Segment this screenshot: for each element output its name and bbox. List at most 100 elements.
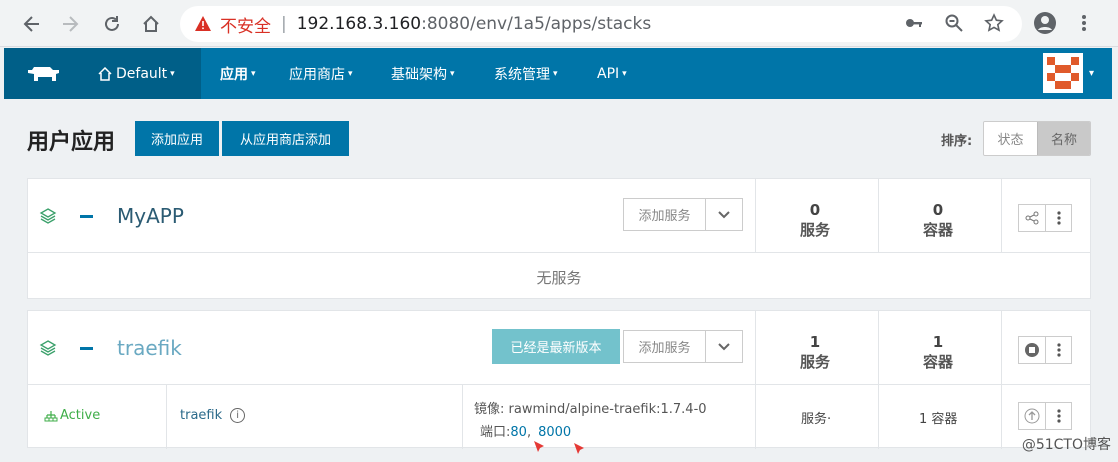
stop-circle-icon (1025, 343, 1039, 357)
add-service-split-button: 添加服务 (623, 330, 743, 363)
bookmark-button[interactable] (980, 9, 1008, 37)
nav-api-label: API (597, 65, 620, 82)
reload-button[interactable] (97, 9, 127, 39)
stop-button[interactable] (1019, 337, 1045, 363)
stack-name[interactable]: MyAPP (117, 204, 184, 228)
user-menu[interactable]: ▾ (1042, 53, 1094, 93)
zoom-button[interactable] (940, 9, 968, 37)
back-button[interactable] (17, 9, 47, 39)
image-label: 镜像: (474, 402, 505, 417)
divider (755, 311, 756, 449)
service-state-label: Active (60, 408, 101, 423)
more-actions-button[interactable] (1045, 403, 1071, 429)
container-col: 1 容器 (919, 412, 958, 427)
app-navbar: Default ▾ 应用 ▾ 应用商店 ▾ 基础架构 ▾ 系统管理 ▾ API ▾ ▾ (4, 48, 1112, 99)
service-name: traefik i (180, 408, 246, 423)
sort-by-state-button[interactable]: 状态 (984, 122, 1037, 155)
layers-icon (39, 340, 57, 356)
zoom-icon (945, 14, 963, 32)
nav-admin-label: 系统管理 (494, 66, 550, 83)
collapse-toggle[interactable] (80, 347, 93, 350)
add-service-button[interactable]: 添加服务 (624, 331, 706, 362)
nav-catalog[interactable]: 应用商店 ▾ (289, 48, 353, 99)
container-count: 0 容器 (878, 201, 998, 240)
info-icon[interactable]: i (230, 408, 246, 423)
chevron-down-icon (718, 342, 730, 350)
sort-label: 排序: (941, 134, 973, 149)
nav-apps[interactable]: 应用 ▾ (220, 48, 256, 99)
chevron-down-icon: ▾ (170, 68, 175, 79)
service-state: Active (44, 408, 100, 423)
key-icon (906, 19, 922, 27)
more-vert-icon (1082, 15, 1086, 31)
divider (28, 252, 1090, 253)
add-service-button[interactable]: 添加服务 (624, 199, 706, 230)
reload-icon (105, 16, 119, 31)
upgrade-arrow-icon (1024, 408, 1040, 424)
profile-button[interactable] (1031, 9, 1059, 37)
page-title: 用户应用 (27, 130, 116, 155)
more-actions-button[interactable] (1045, 205, 1071, 231)
insecure-label: 不安全 (220, 16, 271, 37)
home-button[interactable] (136, 9, 166, 39)
key-button[interactable] (900, 9, 928, 37)
chevron-down-icon: ▾ (1088, 67, 1094, 79)
rancher-logo[interactable] (4, 48, 84, 99)
up-to-date-button[interactable]: 已经是最新版本 (492, 329, 620, 364)
annotation-arrow-icon (534, 441, 544, 452)
share-icon (1025, 211, 1039, 225)
more-actions-button[interactable] (1045, 337, 1071, 363)
add-service-dropdown[interactable] (706, 199, 742, 230)
share-button[interactable] (1019, 205, 1045, 231)
url-host: 192.168.3.160 (296, 14, 422, 34)
chevron-down-icon (718, 210, 730, 218)
image-value: rawmind/alpine-traefik:1.7.4-0 (508, 402, 707, 417)
divider (166, 384, 167, 449)
browser-toolbar: 不安全 | 192.168.3.160 :8080/env/1a5/apps/s… (0, 0, 1118, 47)
stack-name[interactable]: traefik (117, 336, 182, 360)
divider (462, 384, 463, 449)
service-count-label: 服务 (799, 221, 830, 239)
port-80-link[interactable]: 80 (510, 425, 527, 440)
stack-card-traefik: traefik 已经是最新版本 添加服务 1 服务 1 容器 Active tr… (27, 310, 1091, 449)
cow-logo-icon (28, 66, 59, 81)
add-service-dropdown[interactable] (706, 331, 742, 362)
address-bar[interactable]: 不安全 | 192.168.3.160 :8080/env/1a5/apps/s… (180, 6, 1022, 42)
nav-api[interactable]: API ▾ (597, 48, 627, 99)
port-8000-link[interactable]: 8000 (538, 425, 571, 440)
divider (28, 384, 1090, 385)
service-name-link[interactable]: traefik (180, 408, 222, 423)
service-col: 服务· (801, 412, 832, 427)
service-count-label: 服务 (799, 353, 830, 371)
container-count-label: 容器 (922, 221, 953, 239)
nav-admin[interactable]: 系统管理 ▾ (494, 48, 558, 99)
environment-label: Default (116, 65, 168, 82)
add-service-split-button: 添加服务 (623, 198, 743, 231)
home-icon (98, 66, 112, 81)
home-icon (143, 15, 159, 32)
divider (1001, 311, 1002, 449)
url-path: :8080/env/1a5/apps/stacks (421, 14, 652, 34)
more-vert-icon (1056, 343, 1061, 357)
forward-button[interactable] (55, 9, 85, 39)
service-count-value: 1 (809, 333, 821, 351)
stack-actions (1018, 336, 1072, 364)
sort-toggle: 状态 名称 (983, 121, 1091, 156)
collapse-toggle[interactable] (80, 215, 93, 218)
environment-selector[interactable]: Default ▾ (84, 48, 201, 99)
stack-actions (1018, 204, 1072, 232)
chevron-down-icon: ▾ (348, 68, 353, 79)
upgrade-button[interactable] (1019, 403, 1045, 429)
nav-infrastructure[interactable]: 基础架构 ▾ (391, 48, 455, 99)
sort-by-name-button[interactable]: 名称 (1037, 122, 1090, 155)
avatar (1042, 53, 1083, 93)
service-details: 镜像: rawmind/alpine-traefik:1.7.4-0 端口:80… (474, 398, 707, 440)
browser-menu-button[interactable] (1070, 9, 1098, 37)
stack-card-myapp: MyAPP 添加服务 0 服务 0 容器 无服务 (27, 178, 1091, 299)
ports-label: 端口: (480, 425, 511, 440)
add-from-catalog-button[interactable]: 从应用商店添加 (222, 121, 349, 156)
more-vert-icon (1056, 409, 1061, 423)
layers-icon (39, 208, 57, 224)
nav-catalog-label: 应用商店 (289, 66, 345, 83)
add-app-button[interactable]: 添加应用 (135, 121, 219, 156)
